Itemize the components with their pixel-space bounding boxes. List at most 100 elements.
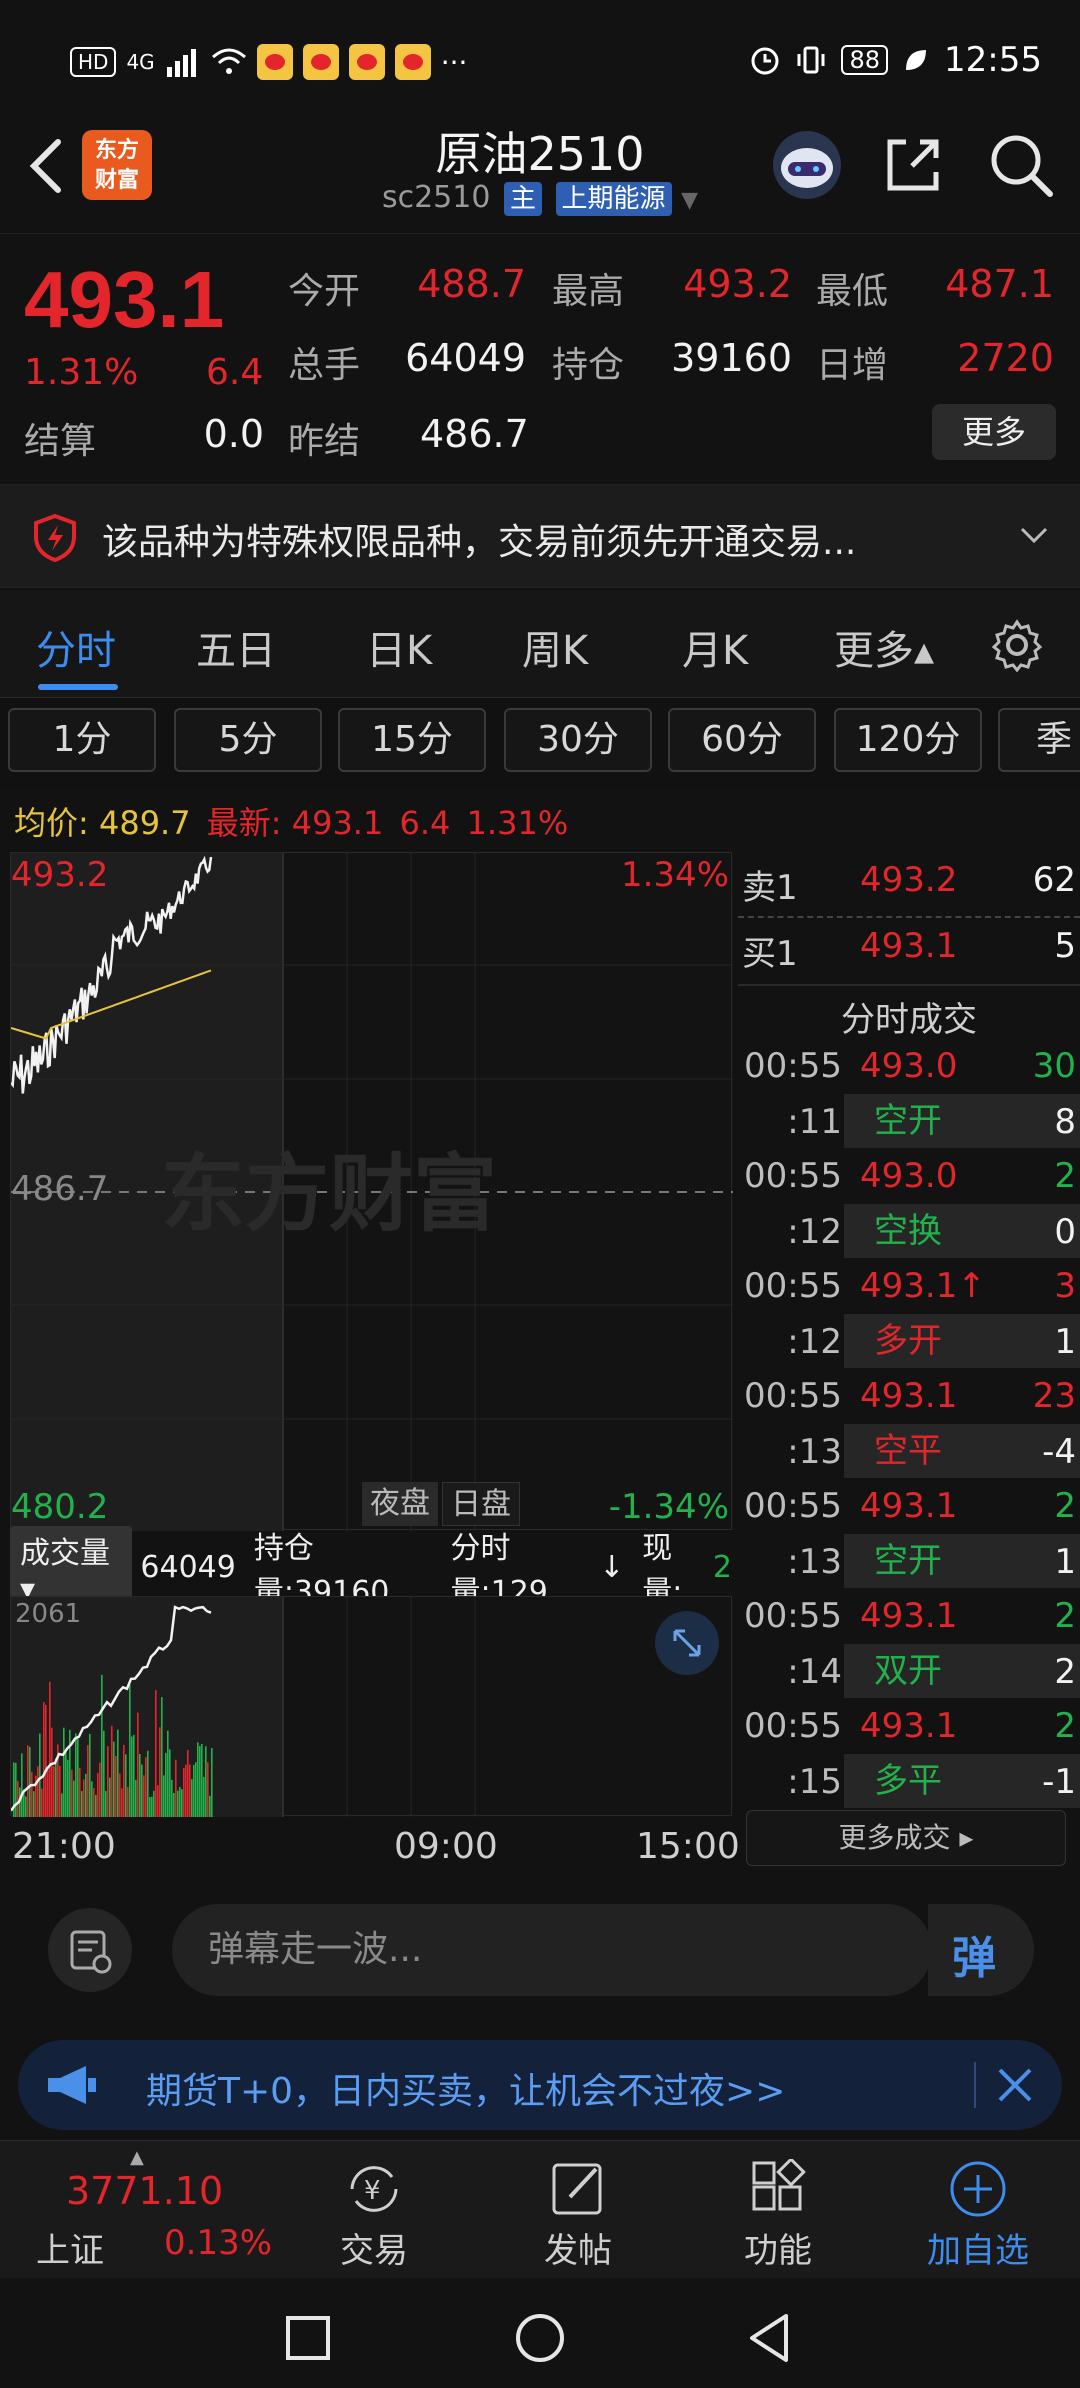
wifi-icon xyxy=(211,48,246,74)
share-icon[interactable] xyxy=(876,128,950,202)
volume-bar xyxy=(185,1764,187,1817)
nav-trade[interactable]: 交易 xyxy=(304,2223,444,2272)
trade-type-label: 空平 xyxy=(874,1431,942,1471)
back-nav-icon[interactable] xyxy=(746,2312,794,2364)
trade-detail-row: :13 空平 -4 xyxy=(738,1424,1080,1482)
network-indicator: 4G xyxy=(126,50,155,74)
volume-bar xyxy=(33,1791,35,1817)
app-header: 东方财富 原油2510 sc2510 主 上期能源 ▼ xyxy=(0,100,1080,234)
period-120min[interactable]: 120分 xyxy=(834,708,982,772)
danmu-button-label: 弹 xyxy=(952,1933,996,1984)
settle-label: 结算 xyxy=(24,421,97,462)
volume-bar xyxy=(101,1674,103,1817)
volume-bar xyxy=(27,1745,29,1817)
tab-daily-k[interactable]: 日K xyxy=(366,618,432,676)
nav-post[interactable]: 发帖 xyxy=(508,2223,648,2272)
settle-value: 0.0 xyxy=(203,412,264,456)
contract-dropdown-icon[interactable]: ▼ xyxy=(681,188,698,213)
prev-settle-value: 486.7 xyxy=(420,412,529,456)
volume-bar xyxy=(165,1752,167,1817)
tab-intraday[interactable]: 分时 xyxy=(36,618,116,676)
trade-time: 00:55 xyxy=(744,1706,842,1746)
trade-qty: 2 xyxy=(1054,1706,1076,1746)
period-quarter[interactable]: 季 xyxy=(998,708,1080,772)
volume-bar xyxy=(63,1727,65,1817)
trade-type-label: 空换 xyxy=(874,1211,942,1251)
volume-bar xyxy=(141,1764,143,1817)
trade-subtime: :11 xyxy=(787,1102,842,1142)
chevron-down-icon[interactable] xyxy=(1018,525,1050,547)
recents-icon[interactable] xyxy=(284,2314,332,2362)
danmu-bar: 弹幕走一波... 弹 xyxy=(0,1880,1080,2020)
trade-qty: 23 xyxy=(1032,1376,1076,1416)
period-60min[interactable]: 60分 xyxy=(668,708,816,772)
volume-max-label: 2061 xyxy=(15,1599,82,1629)
more-trades-button[interactable]: 更多成交 ▸ xyxy=(746,1810,1066,1866)
period-30min[interactable]: 30分 xyxy=(504,708,652,772)
time-label-end: 15:00 xyxy=(636,1826,740,1867)
close-icon[interactable] xyxy=(990,2060,1040,2110)
index-percent: 0.13% xyxy=(164,2223,273,2263)
trade-type-label: 空开 xyxy=(874,1541,942,1581)
search-icon[interactable] xyxy=(984,128,1058,202)
trade-type-label: 多开 xyxy=(874,1321,942,1361)
tab-monthly-k[interactable]: 月K xyxy=(682,618,748,676)
period-15min[interactable]: 15分 xyxy=(338,708,486,772)
latest-change: 6.4 xyxy=(399,804,451,842)
volume-bar xyxy=(15,1762,17,1817)
tab-more[interactable]: 更多▴ xyxy=(834,618,934,676)
period-1min[interactable]: 1分 xyxy=(8,708,156,772)
nav-function[interactable]: 功能 xyxy=(708,2223,848,2272)
expand-icon[interactable] xyxy=(653,1609,721,1677)
volume-bar xyxy=(51,1727,53,1817)
volume-bar xyxy=(85,1773,87,1817)
volume-bar xyxy=(53,1766,55,1817)
bottom-nav: ▲ 3771.10 上证 0.13% ¥ 交易 发帖 功能 加自选 xyxy=(0,2140,1080,2278)
danmu-input[interactable]: 弹幕走一波... xyxy=(172,1904,932,1996)
danmu-settings-icon[interactable] xyxy=(46,1906,134,1994)
night-session-button[interactable]: 夜盘 xyxy=(362,1482,438,1526)
tab-five-day[interactable]: 五日 xyxy=(196,618,276,676)
hd-indicator: HD xyxy=(70,47,117,77)
bid-price: 493.1 xyxy=(860,926,958,966)
time-label-start: 21:00 xyxy=(12,1826,116,1867)
volume-bar xyxy=(41,1788,43,1817)
day-session-button[interactable]: 日盘 xyxy=(442,1482,520,1526)
danmu-send-button[interactable]: 弹 xyxy=(928,1904,1034,1996)
weibo-notification-icon xyxy=(394,44,431,80)
permission-notice[interactable]: 该品种为特殊权限品种，交易前须先开通交易... xyxy=(0,484,1080,588)
trades-title: 分时成交 xyxy=(841,1000,977,1040)
volume-bar xyxy=(65,1749,67,1817)
volume-bar xyxy=(97,1772,99,1817)
bid-row: 买1 493.1 5 xyxy=(738,918,1080,984)
volume-bar xyxy=(67,1760,69,1817)
volume-bar xyxy=(147,1750,149,1817)
volume-bar xyxy=(91,1781,93,1817)
volume-bar xyxy=(55,1758,57,1817)
volume-bar xyxy=(105,1790,107,1817)
more-quote-button[interactable]: 更多 xyxy=(932,404,1056,460)
tab-weekly-k[interactable]: 周K xyxy=(522,618,588,676)
period-5min[interactable]: 5分 xyxy=(174,708,322,772)
volume-bar xyxy=(121,1788,123,1817)
volume-chart[interactable]: 2061 xyxy=(9,1596,732,1817)
robot-avatar-icon[interactable] xyxy=(770,128,844,202)
home-icon[interactable] xyxy=(514,2312,566,2364)
low-label: 最低 xyxy=(816,271,889,312)
nav-add-watchlist[interactable]: 加自选 xyxy=(908,2223,1048,2272)
volume-bar xyxy=(83,1779,85,1817)
volume-bar xyxy=(171,1779,173,1817)
trade-subqty: 8 xyxy=(1054,1102,1076,1142)
promo-banner[interactable]: 期货T+0，日内买卖，让机会不过夜>> xyxy=(18,2040,1062,2130)
trade-subtime: :12 xyxy=(787,1212,842,1252)
weibo-notification-icon xyxy=(302,44,339,80)
settings-icon[interactable] xyxy=(990,618,1044,672)
volume-bar xyxy=(75,1733,77,1817)
trade-type-label: 双开 xyxy=(874,1651,942,1691)
trade-qty: 2 xyxy=(1054,1156,1076,1196)
volume-bar xyxy=(143,1775,145,1817)
index-ticker[interactable]: ▲ 3771.10 上证 0.13% xyxy=(0,2141,290,2279)
intraday-chart[interactable]: 东方财富 493.2 486.7 480.2 1.34% -1.34% xyxy=(9,852,733,1531)
volume-bar xyxy=(95,1794,97,1817)
trade-subtime: :14 xyxy=(787,1652,842,1692)
